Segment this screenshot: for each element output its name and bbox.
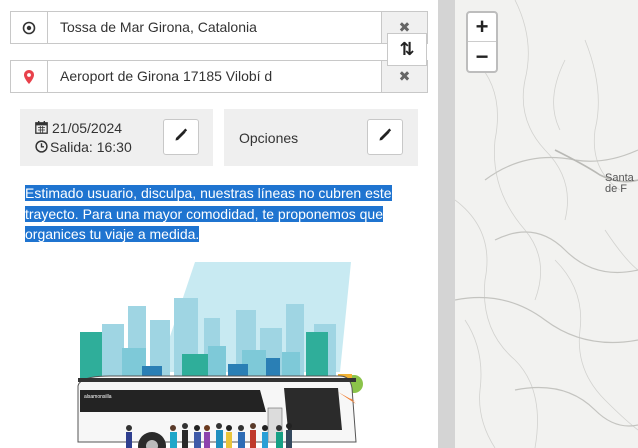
destination-field[interactable]: Aeroport de Girona 17185 Vilobí d ✖ bbox=[10, 60, 428, 93]
calendar-icon bbox=[35, 121, 48, 139]
pencil-icon bbox=[174, 128, 188, 147]
map-place-label-2: de F bbox=[605, 183, 628, 195]
destination-input[interactable]: Aeroport de Girona 17185 Vilobí d bbox=[48, 61, 381, 92]
options-card: Opciones bbox=[224, 109, 418, 166]
edit-date-button[interactable] bbox=[163, 119, 199, 155]
no-route-message: Estimado usuario, disculpa, nuestras lín… bbox=[25, 185, 392, 242]
zoom-in-button[interactable]: + bbox=[468, 13, 496, 42]
scrollbar[interactable] bbox=[438, 0, 455, 448]
departure-time: Salida: 16:30 bbox=[50, 139, 132, 155]
options-label: Opciones bbox=[239, 130, 299, 146]
zoom-control: + − bbox=[466, 11, 498, 73]
bus-brand: alsamonsilla bbox=[84, 394, 112, 400]
swap-button[interactable]: ⇅ bbox=[387, 33, 427, 66]
date-time-card: 21/05/2024 Salida: 16:30 bbox=[20, 109, 213, 166]
map-pin-icon bbox=[11, 61, 48, 92]
origin-field[interactable]: Tossa de Mar Girona, Catalonia ✖ bbox=[10, 11, 428, 44]
edit-options-button[interactable] bbox=[367, 119, 403, 155]
zoom-out-button[interactable]: − bbox=[468, 42, 496, 71]
map-view[interactable]: + − Santa de F bbox=[455, 0, 638, 448]
clock-icon bbox=[35, 140, 48, 158]
bus-city-illustration: alsamonsilla bbox=[77, 262, 363, 448]
pencil-icon bbox=[378, 128, 392, 147]
origin-input[interactable]: Tossa de Mar Girona, Catalonia bbox=[48, 12, 381, 43]
swap-icon: ⇅ bbox=[399, 39, 415, 59]
target-icon bbox=[11, 12, 48, 43]
route-panel: Tossa de Mar Girona, Catalonia ✖ ⇅ Aerop… bbox=[0, 0, 438, 448]
trip-date: 21/05/2024 bbox=[52, 120, 123, 136]
close-icon: ✖ bbox=[398, 68, 411, 84]
